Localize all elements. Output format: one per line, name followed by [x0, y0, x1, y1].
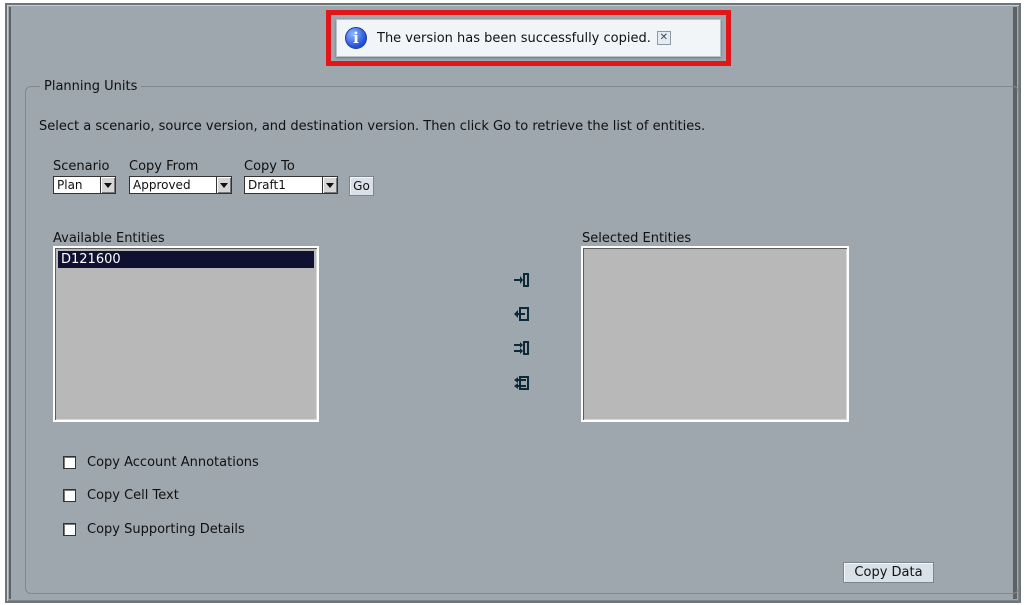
- copy-supporting-details-checkbox[interactable]: [63, 523, 76, 536]
- scenario-label: Scenario: [53, 159, 110, 174]
- copy-account-annotations-checkbox[interactable]: [63, 456, 76, 469]
- copy-to-label: Copy To: [244, 159, 295, 174]
- copy-supporting-details-label: Copy Supporting Details: [87, 522, 245, 537]
- chevron-down-icon: [100, 177, 115, 193]
- close-icon[interactable]: ✕: [656, 31, 671, 45]
- notification-banner: i The version has been successfully copi…: [336, 19, 721, 57]
- info-icon: i: [345, 27, 367, 49]
- copy-account-annotations-label: Copy Account Annotations: [87, 455, 259, 470]
- info-icon-glyph: i: [353, 29, 359, 47]
- available-entities-list[interactable]: D121600: [53, 246, 319, 422]
- copy-account-annotations-option[interactable]: Copy Account Annotations: [63, 455, 259, 470]
- move-all-right-icon[interactable]: [513, 339, 529, 357]
- move-right-icon[interactable]: [513, 271, 529, 289]
- selected-entities-list[interactable]: [581, 246, 849, 422]
- scenario-select[interactable]: Plan: [53, 176, 116, 194]
- selected-entities-label: Selected Entities: [582, 231, 692, 246]
- fieldset-legend: Planning Units: [40, 79, 142, 94]
- copy-supporting-details-option[interactable]: Copy Supporting Details: [63, 522, 245, 537]
- scenario-select-value: Plan: [57, 178, 83, 192]
- notification-message: The version has been successfully copied…: [377, 30, 651, 46]
- chevron-down-icon: [216, 177, 231, 193]
- copy-data-button[interactable]: Copy Data: [843, 562, 934, 583]
- move-left-icon[interactable]: [513, 305, 529, 323]
- copy-cell-text-option[interactable]: Copy Cell Text: [63, 488, 179, 503]
- copy-cell-text-checkbox[interactable]: [63, 489, 76, 502]
- go-button[interactable]: Go: [349, 176, 374, 196]
- instructions-text: Select a scenario, source version, and d…: [39, 119, 706, 134]
- copy-cell-text-label: Copy Cell Text: [87, 488, 179, 503]
- window-border-left: [9, 7, 11, 599]
- move-all-left-icon[interactable]: [513, 374, 529, 392]
- list-item[interactable]: D121600: [58, 251, 314, 268]
- chevron-down-icon: [322, 177, 337, 193]
- copy-from-label: Copy From: [129, 159, 199, 174]
- copy-to-select[interactable]: Draft1: [244, 176, 338, 194]
- copy-from-select-value: Approved: [133, 178, 191, 192]
- copy-from-select[interactable]: Approved: [129, 176, 232, 194]
- available-entities-label: Available Entities: [53, 231, 165, 246]
- copy-to-select-value: Draft1: [248, 178, 286, 192]
